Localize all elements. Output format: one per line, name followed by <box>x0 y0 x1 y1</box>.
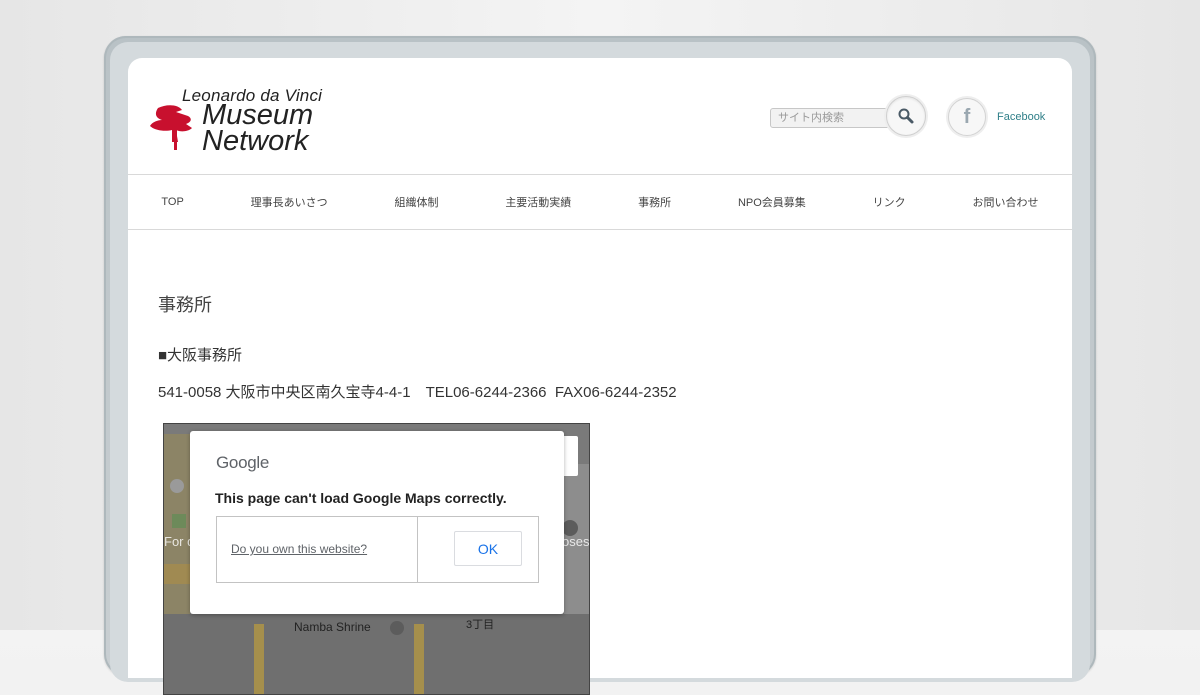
page-title: 事務所 <box>158 295 212 315</box>
nav-item-activities[interactable]: 主要活動実績 <box>505 194 571 210</box>
ok-button[interactable]: OK <box>454 531 522 566</box>
map-error-dialog: Google This page can't load Google Maps … <box>190 431 564 614</box>
logo-wordmark: Museum Network <box>202 101 313 157</box>
search-input[interactable] <box>770 108 897 128</box>
search-icon <box>898 108 914 124</box>
site-logo[interactable]: Leonardo da Vinci Museum Network <box>148 86 348 158</box>
google-map[interactable]: For d oses Namba Shrine 3丁目 Google This … <box>163 423 590 695</box>
office-title: ■大阪事務所 <box>158 347 243 364</box>
logo-mark-icon <box>150 105 192 150</box>
map-label-right: oses <box>562 534 590 549</box>
nav-item-links[interactable]: リンク <box>873 194 906 210</box>
google-logo: Google <box>216 453 270 472</box>
facebook-icon: f <box>963 105 971 128</box>
main-nav: TOP 理事長あいさつ 組織体制 主要活動実績 事務所 NPO会員募集 リンク … <box>128 174 1072 230</box>
map-label-shrine: Namba Shrine <box>294 620 371 634</box>
nav-item-office[interactable]: 事務所 <box>638 194 671 210</box>
nav-item-greeting[interactable]: 理事長あいさつ <box>251 194 328 210</box>
divider <box>417 517 418 582</box>
facebook-button[interactable]: f <box>948 98 986 136</box>
search-button[interactable] <box>886 96 926 136</box>
map-error-actions: Do you own this website? OK <box>216 516 539 583</box>
office-address: 541-0058 大阪市中央区南久宝寺4-4-1 TEL06-6244-2366… <box>158 384 677 401</box>
facebook-link[interactable]: Facebook <box>997 111 1045 123</box>
logo-line3: Network <box>202 125 309 157</box>
nav-item-contact[interactable]: お問い合わせ <box>972 194 1038 210</box>
nav-item-organization[interactable]: 組織体制 <box>394 194 438 210</box>
own-website-link[interactable]: Do you own this website? <box>231 542 367 556</box>
map-error-message: This page can't load Google Maps correct… <box>215 490 507 506</box>
nav-item-top[interactable]: TOP <box>161 196 183 208</box>
page-container: Leonardo da Vinci Museum Network f Faceb… <box>128 58 1072 695</box>
nav-item-membership[interactable]: NPO会員募集 <box>738 194 806 210</box>
